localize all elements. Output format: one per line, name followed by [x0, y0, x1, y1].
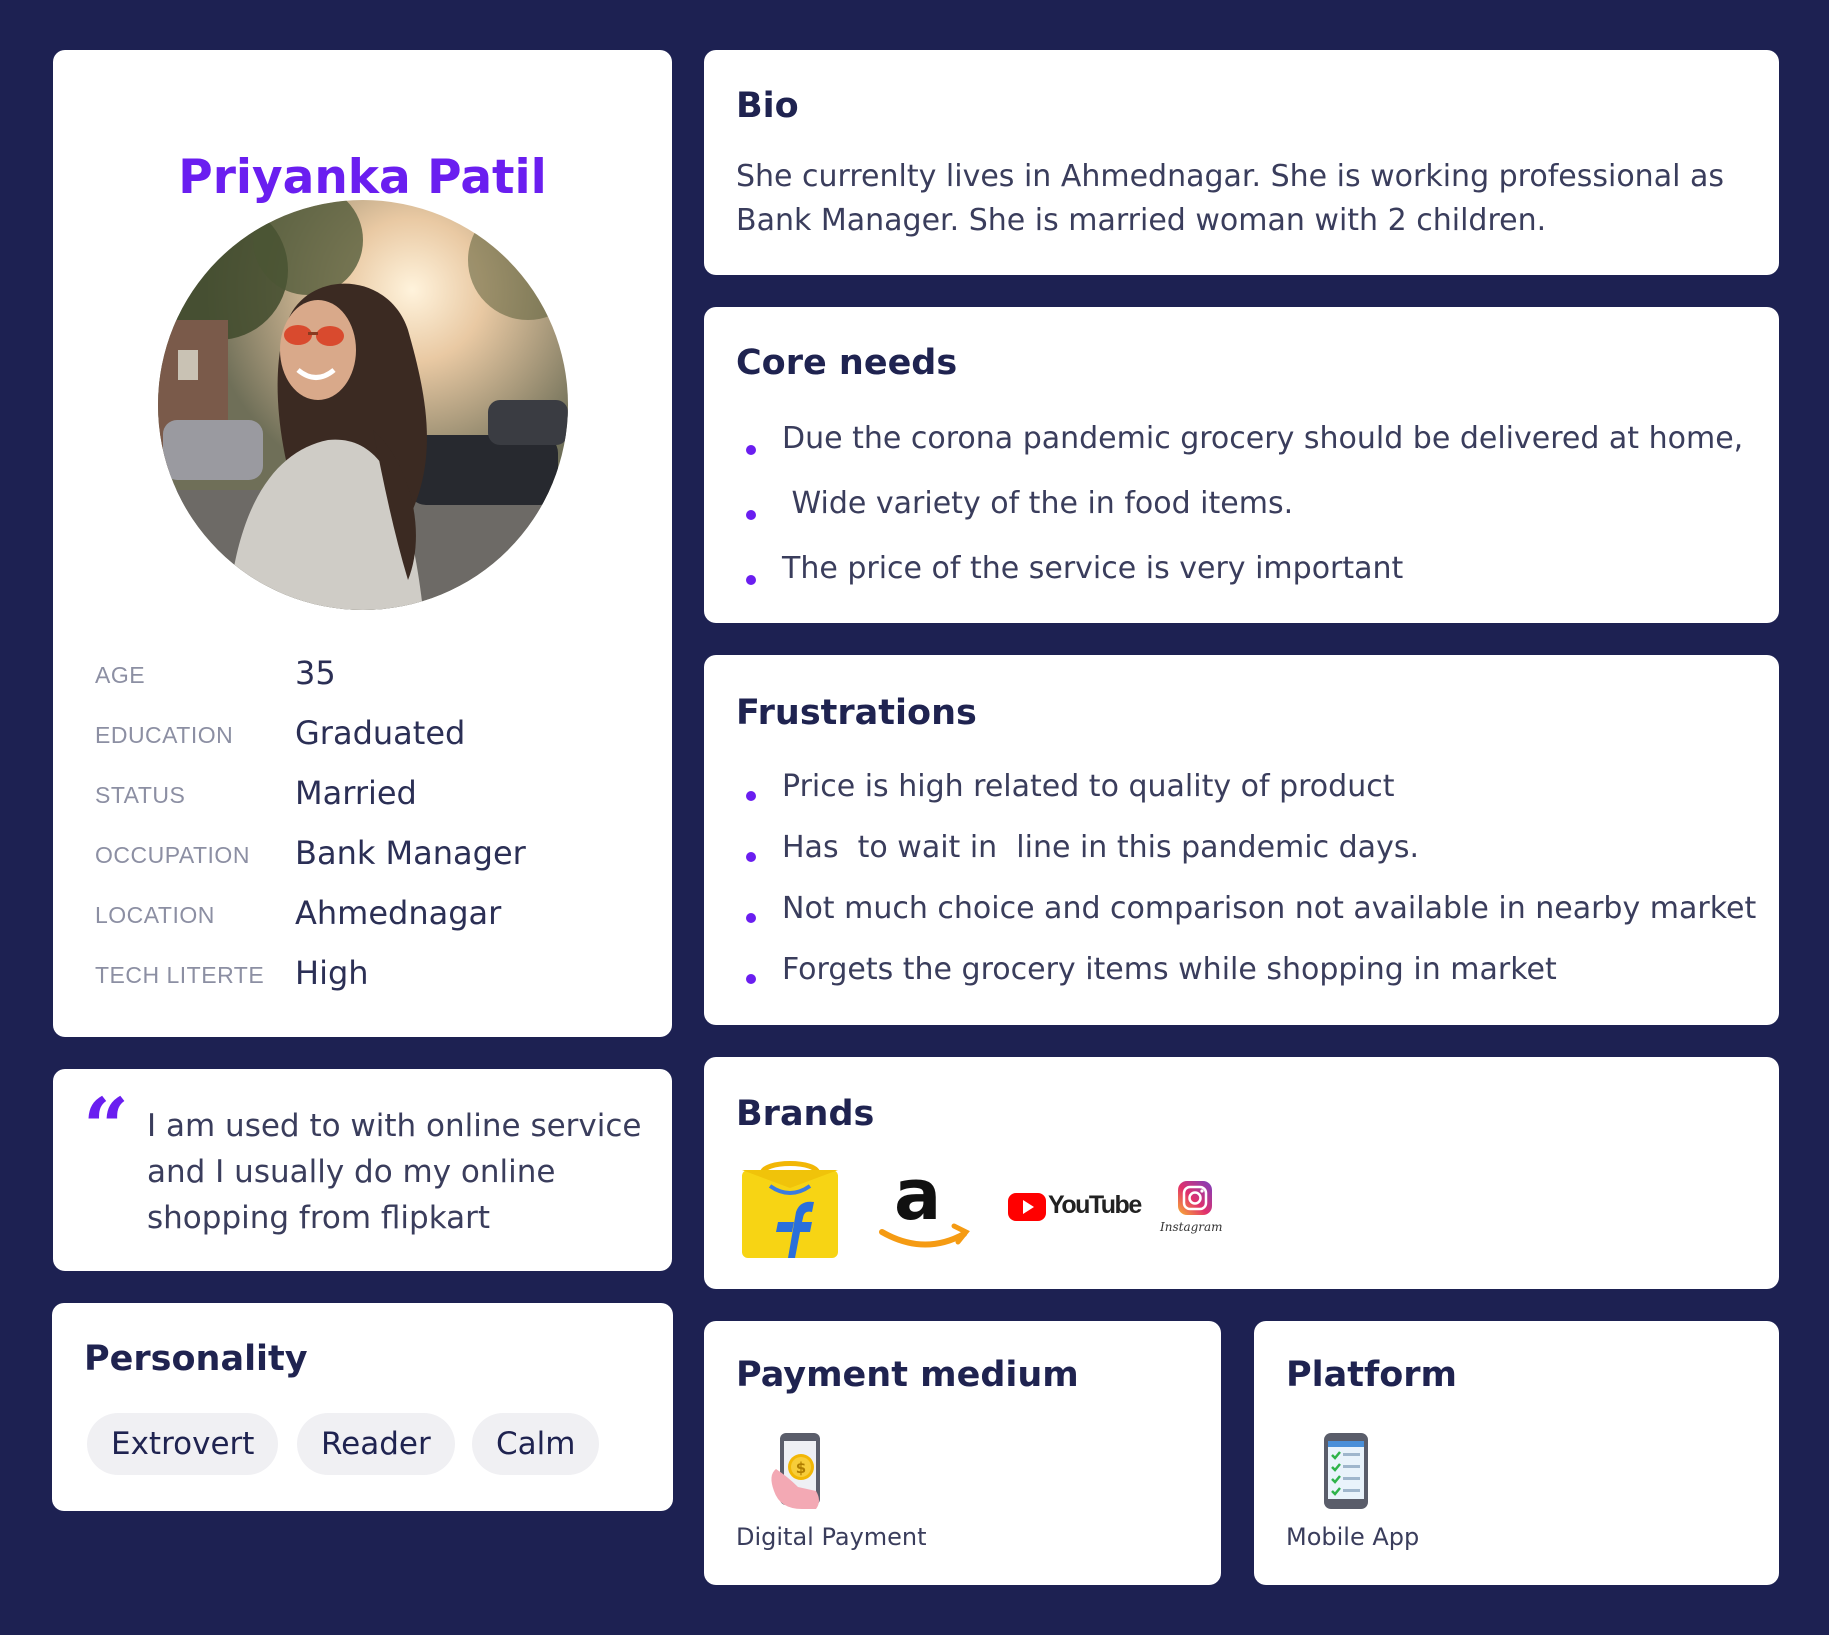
profile-card: Priyanka Patil AGE 35 EDUCATION Graduate… — [53, 50, 672, 1037]
core-needs-list: Due the corona pandemic grocery should b… — [742, 417, 1772, 612]
list-item-text: Wide variety of the in food items. — [782, 486, 1294, 521]
persona-facts: AGE 35 EDUCATION Graduated STATUS Marrie… — [95, 650, 655, 1010]
bullet-icon — [746, 790, 756, 801]
fact-row-location: LOCATION Ahmednagar — [95, 890, 655, 950]
fact-label: OCCUPATION — [95, 842, 250, 868]
phone-payment-icon: $ — [754, 1431, 844, 1511]
brands-title: Brands — [736, 1094, 875, 1134]
fact-value: Graduated — [295, 714, 466, 752]
payment-title: Payment medium — [736, 1355, 1079, 1395]
frustrations-list: Price is high related to quality of prod… — [742, 765, 1772, 1009]
bullet-icon — [746, 851, 756, 862]
frustrations-card: Frustrations Price is high related to qu… — [704, 655, 1779, 1025]
instagram-logo-icon: Instagram — [1160, 1180, 1230, 1240]
personality-title: Personality — [84, 1339, 308, 1379]
list-item: Forgets the grocery items while shopping… — [742, 948, 1772, 1009]
list-item: Due the corona pandemic grocery should b… — [742, 417, 1772, 482]
bullet-icon — [746, 574, 756, 585]
core-needs-title: Core needs — [736, 343, 958, 383]
fact-value: Ahmednagar — [295, 894, 502, 932]
fact-row-status: STATUS Married — [95, 770, 655, 830]
fact-row-occupation: OCCUPATION Bank Manager — [95, 830, 655, 890]
svg-text:$: $ — [796, 1459, 806, 1477]
personality-tag: Reader — [297, 1413, 455, 1475]
persona-photo — [158, 200, 568, 610]
platform-card: Platform Mobile App — [1254, 1321, 1779, 1585]
bullet-icon — [746, 973, 756, 984]
list-item-text: Not much choice and comparison not avail… — [782, 891, 1757, 926]
fact-label: STATUS — [95, 782, 186, 808]
fact-row-education: EDUCATION Graduated — [95, 710, 655, 770]
fact-value: Bank Manager — [295, 834, 526, 872]
flipkart-logo-icon — [740, 1160, 840, 1265]
frustrations-title: Frustrations — [736, 693, 977, 733]
platform-title: Platform — [1286, 1355, 1458, 1395]
list-item: The price of the service is very importa… — [742, 547, 1772, 612]
bio-card: Bio She currenlty lives in Ahmednagar. S… — [704, 50, 1779, 275]
list-item: Price is high related to quality of prod… — [742, 765, 1772, 826]
list-item-text: The price of the service is very importa… — [782, 551, 1404, 586]
fact-value: Married — [295, 774, 417, 812]
list-item-text: Due the corona pandemic grocery should b… — [782, 421, 1744, 456]
bullet-icon — [746, 444, 756, 455]
quote-text: I am used to with online service and I u… — [147, 1108, 642, 1236]
core-needs-card: Core needs Due the corona pandemic groce… — [704, 307, 1779, 623]
fact-row-age: AGE 35 — [95, 650, 655, 710]
fact-label: AGE — [95, 662, 146, 688]
bio-text: She currenlty lives in Ahmednagar. She i… — [736, 159, 1724, 238]
platform-label: Mobile App — [1286, 1523, 1420, 1551]
fact-value: 35 — [295, 654, 336, 692]
fact-value: High — [295, 954, 369, 992]
persona-name: Priyanka Patil — [178, 150, 547, 205]
quote-card: “ I am used to with online service and I… — [53, 1069, 672, 1271]
fact-label: TECH LITERTE — [95, 962, 265, 988]
youtube-logo-text: YouTube — [1048, 1191, 1142, 1219]
amazon-logo-icon: a — [878, 1154, 970, 1260]
list-item-text: Forgets the grocery items while shopping… — [782, 952, 1557, 987]
bullet-icon — [746, 509, 756, 520]
bullet-icon — [746, 912, 756, 923]
fact-row-tech-literacy: TECH LITERTE High — [95, 950, 655, 1010]
payment-medium-card: Payment medium $ Digital Payment — [704, 1321, 1221, 1585]
fact-label: EDUCATION — [95, 722, 234, 748]
payment-label: Digital Payment — [736, 1523, 927, 1551]
quote-mark-icon: “ — [83, 1080, 130, 1174]
list-item: Not much choice and comparison not avail… — [742, 887, 1772, 948]
list-item: Wide variety of the in food items. — [742, 482, 1772, 547]
list-item-text: Price is high related to quality of prod… — [782, 769, 1395, 804]
youtube-logo-icon: YouTube — [1008, 1187, 1142, 1227]
personality-card: Personality Extrovert Reader Calm — [52, 1303, 673, 1511]
personality-tag: Calm — [472, 1413, 600, 1475]
list-item-text: Has to wait in line in this pandemic day… — [782, 830, 1419, 865]
fact-label: LOCATION — [95, 902, 215, 928]
instagram-logo-text: Instagram — [1160, 1220, 1223, 1234]
brands-card: Brands a YouTube Instagram — [704, 1057, 1779, 1289]
mobile-app-icon — [1304, 1431, 1394, 1511]
personality-tag: Extrovert — [87, 1413, 279, 1475]
list-item: Has to wait in line in this pandemic day… — [742, 826, 1772, 887]
bio-title: Bio — [736, 86, 799, 126]
